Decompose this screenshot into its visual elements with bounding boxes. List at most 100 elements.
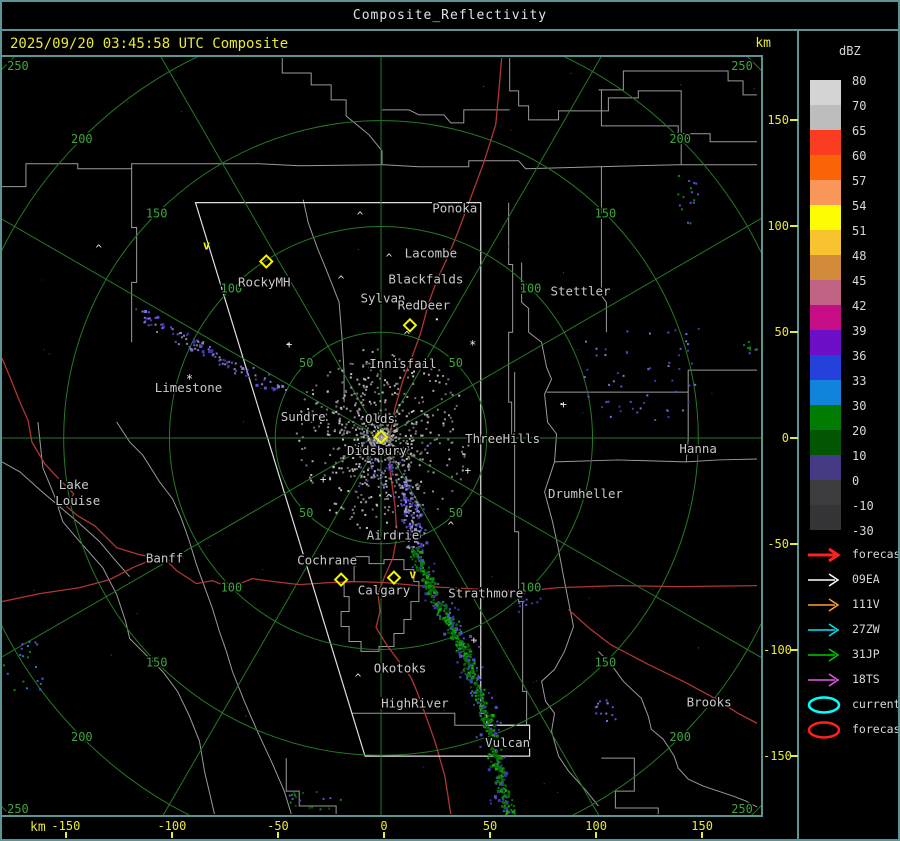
legend-item-09EA: 09EA <box>805 570 898 592</box>
echo-pixel <box>467 671 471 675</box>
echo-pixel <box>407 468 410 471</box>
echo-pixel <box>201 342 204 345</box>
title-bar: Composite_Reflectivity <box>2 2 898 31</box>
echo-pixel <box>318 425 321 428</box>
echo-pixel <box>618 405 621 408</box>
echo-pixel <box>443 411 446 414</box>
echo-pixel <box>356 410 359 413</box>
echo-pixel <box>359 466 362 469</box>
radar-map-canvas[interactable]: 50 50 50 50 100 100 100 100 150 150 150 150 200 200 20… <box>2 2 898 839</box>
echo-pixel <box>359 482 362 485</box>
highway-line <box>2 559 152 603</box>
echo-pixel <box>262 568 264 570</box>
echo-pixel <box>583 376 586 379</box>
echo-pixel <box>450 624 454 628</box>
echo-pixel <box>358 427 361 430</box>
echo-pixel <box>467 645 470 648</box>
echo-pixel <box>338 417 341 420</box>
echo-pixel <box>308 476 311 479</box>
boundary-line <box>509 57 682 165</box>
city-label-okotoks: Okotoks <box>374 660 426 675</box>
echo-pixel <box>427 585 431 589</box>
echo-pixel <box>188 345 191 348</box>
city-label-stettler: Stettler <box>550 283 610 298</box>
echo-pixel <box>450 636 454 640</box>
echo-pixel <box>531 602 534 605</box>
echo-pixel <box>374 404 377 407</box>
bottom-axis-tick <box>170 832 173 838</box>
echo-pixel <box>438 369 441 372</box>
echo-pixel <box>448 458 451 461</box>
echo-pixel <box>315 402 318 405</box>
echo-pixel <box>36 679 39 682</box>
echo-pixel <box>156 331 159 334</box>
echo-pixel <box>384 475 387 478</box>
echo-pixel <box>342 432 345 435</box>
echo-pixel <box>339 798 342 801</box>
echo-pixel <box>501 767 505 771</box>
echo-pixel <box>696 193 699 196</box>
echo-pixel <box>402 439 405 442</box>
echo-pixel <box>480 699 484 703</box>
echo-pixel <box>427 373 430 376</box>
echo-pixel <box>183 334 186 337</box>
echo-pixel <box>453 621 456 624</box>
plus-marker: + <box>286 338 293 351</box>
echo-pixel <box>372 461 375 464</box>
echo-pixel <box>511 799 514 802</box>
echo-pixel <box>410 443 413 446</box>
caret-marker: ^ <box>357 210 364 223</box>
echo-pixel <box>456 635 459 638</box>
echo-pixel <box>410 549 413 552</box>
echo-pixel <box>449 416 452 419</box>
echo-pixel <box>685 340 688 343</box>
bottom-axis-tick <box>383 832 385 838</box>
echo-pixel <box>415 421 418 424</box>
echo-pixel <box>371 381 374 384</box>
echo-pixel <box>577 349 579 351</box>
echo-pixel <box>305 391 308 394</box>
echo-pixel <box>666 409 669 412</box>
echo-pixel <box>438 381 441 384</box>
echo-pixel <box>443 632 447 636</box>
echo-pixel <box>415 552 418 555</box>
city-label-limestone: Limestone <box>155 380 222 395</box>
echo-pixel <box>326 374 329 377</box>
echo-pixel <box>494 797 497 800</box>
echo-pixel <box>445 382 448 385</box>
window-title: Composite_Reflectivity <box>352 8 548 23</box>
echo-pixel <box>418 401 421 404</box>
echo-pixel <box>584 340 587 343</box>
echo-pixel <box>396 409 399 412</box>
echo-pixel <box>388 468 391 471</box>
echo-pixel <box>688 384 691 387</box>
echo-pixel <box>505 771 509 775</box>
echo-pixel <box>406 484 409 487</box>
echo-pixel <box>681 208 684 211</box>
echo-pixel <box>652 588 654 590</box>
echo-pixel <box>478 687 481 690</box>
echo-pixel <box>361 392 364 395</box>
echo-pixel <box>505 796 508 799</box>
echo-pixel <box>288 794 291 797</box>
echo-pixel <box>405 415 408 418</box>
colorbar-swatch <box>810 305 841 330</box>
echo-pixel <box>468 658 471 661</box>
echo-pixel <box>393 392 396 395</box>
echo-pixel <box>451 490 454 493</box>
city-label-olds: Olds <box>365 411 395 426</box>
echo-pixel <box>694 383 697 386</box>
echo-pixel <box>436 613 439 616</box>
echo-pixel <box>326 408 329 411</box>
echo-pixel <box>420 527 423 530</box>
echo-pixel <box>383 427 386 430</box>
echo-pixel <box>409 479 412 482</box>
echo-pixel <box>419 567 422 570</box>
echo-pixel <box>364 378 367 381</box>
echo-pixel <box>341 381 344 384</box>
echo-pixel <box>449 627 452 630</box>
echo-pixel <box>491 716 494 719</box>
echo-pixel <box>370 476 373 479</box>
echo-pixel <box>384 469 387 472</box>
echo-pixel <box>412 382 415 385</box>
